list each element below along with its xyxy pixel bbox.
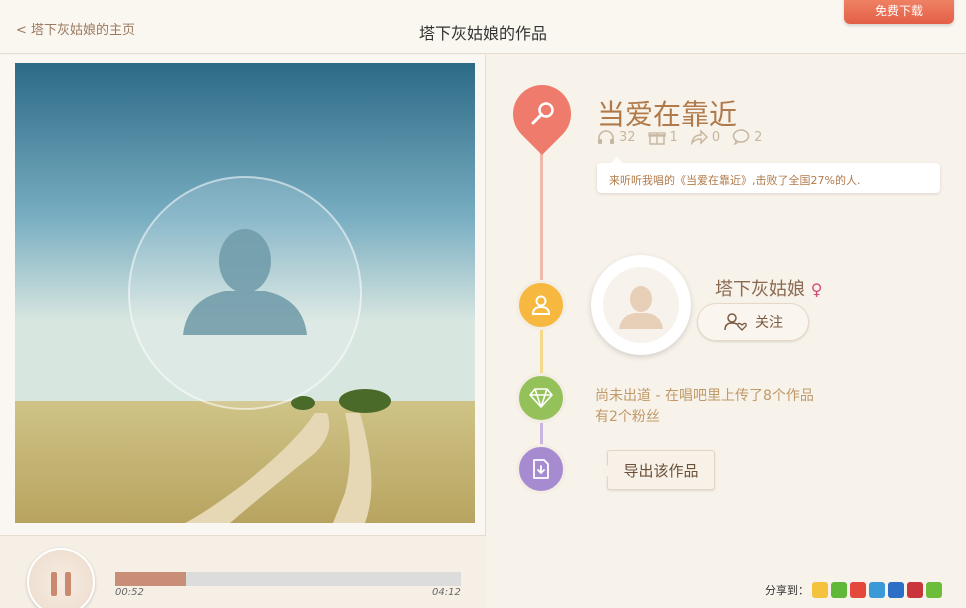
- user-icon: [531, 295, 551, 315]
- song-description: 来听听我唱的《当爱在靠近》,击败了全国27%的人.: [597, 157, 940, 193]
- cover-image: [15, 63, 475, 523]
- wechat-icon[interactable]: [831, 582, 847, 598]
- progress-fill: [115, 572, 187, 586]
- export-file-icon: [533, 459, 549, 479]
- song-stats: 32 1 0 2: [597, 129, 762, 145]
- progress-bar[interactable]: [115, 572, 461, 586]
- play-count: 32: [619, 129, 636, 145]
- diamond-icon: [529, 388, 553, 408]
- pause-button[interactable]: [27, 548, 95, 608]
- share-count: 0: [711, 129, 721, 145]
- header: < 塔下灰姑娘的主页 塔下灰姑娘的作品 免费下载: [0, 0, 966, 54]
- song-title: 当爱在靠近: [597, 98, 738, 131]
- tencent-weibo-icon[interactable]: [869, 582, 885, 598]
- douban-icon[interactable]: [907, 582, 923, 598]
- headphones-icon: [598, 130, 614, 144]
- total-time: 04:12: [432, 587, 461, 598]
- timeline-connector: [540, 327, 543, 379]
- status-node: [516, 373, 566, 423]
- audio-player: 00:52 04:12: [0, 535, 486, 608]
- follow-button[interactable]: 关注: [697, 303, 809, 341]
- share-bar: 分享到：: [765, 582, 942, 598]
- gift-icon: [647, 132, 666, 145]
- qzone-icon[interactable]: [812, 582, 828, 598]
- gift-count: 1: [669, 129, 678, 145]
- renren-icon[interactable]: [888, 582, 904, 598]
- player-panel: 00:52 04:12: [0, 55, 486, 608]
- export-work-button[interactable]: 导出该作品: [601, 450, 715, 490]
- status-line-fans: 有2个粉丝: [595, 409, 660, 425]
- share-arrow-icon: [690, 129, 708, 145]
- page-title: 塔下灰姑娘的作品: [418, 24, 547, 43]
- avatar[interactable]: [591, 255, 691, 355]
- status-line-works: 尚未出道 - 在唱吧里上传了8个作品: [595, 388, 814, 404]
- follow-heart-user-icon: [724, 313, 747, 331]
- current-time: 00:52: [115, 587, 144, 598]
- free-download-ribbon[interactable]: 免费下载: [844, 0, 954, 24]
- user-name[interactable]: 塔下灰姑娘 ♀: [715, 275, 822, 301]
- details-panel: 当爱在靠近 32 1 0 2 来听听我唱的《当爱在靠近》,击败了全国27%的人.…: [487, 55, 966, 608]
- share-label: 分享到：: [765, 584, 809, 597]
- export-node: [516, 444, 566, 494]
- user-node: [516, 280, 566, 330]
- timeline-connector: [540, 150, 543, 290]
- microphone-icon: [521, 93, 563, 135]
- comment-icon: [732, 129, 750, 145]
- female-icon: ♀: [810, 280, 823, 299]
- comment-count: 2: [754, 129, 763, 145]
- more-share-icon[interactable]: [926, 582, 942, 598]
- weibo-icon[interactable]: [850, 582, 866, 598]
